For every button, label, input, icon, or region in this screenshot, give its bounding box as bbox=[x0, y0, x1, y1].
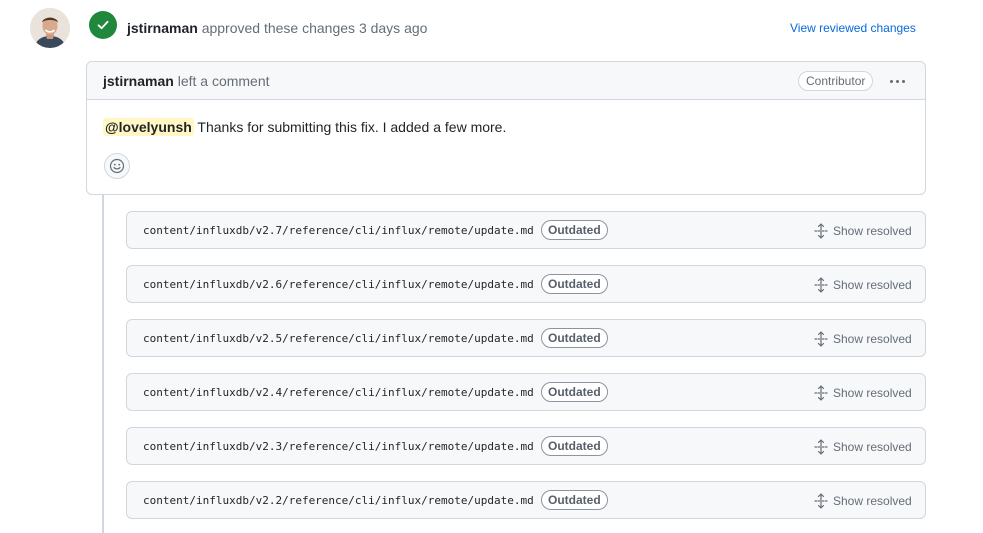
file-path[interactable]: content/influxdb/v2.4/reference/cli/infl… bbox=[143, 385, 534, 401]
show-resolved-button[interactable]: Show resolved bbox=[813, 383, 912, 403]
timeline-line bbox=[102, 194, 104, 533]
smiley-icon bbox=[109, 158, 125, 174]
review-timestamp[interactable]: 3 days ago bbox=[359, 20, 428, 36]
show-resolved-label: Show resolved bbox=[833, 494, 912, 508]
comment-header-action: left a comment bbox=[173, 73, 270, 89]
resolved-thread-row: content/influxdb/v2.3/reference/cli/infl… bbox=[126, 427, 926, 465]
user-mention-link[interactable]: @lovelyunsh bbox=[103, 118, 194, 136]
review-action-text: approved these changes bbox=[197, 20, 359, 36]
unfold-icon bbox=[814, 223, 828, 239]
outdated-badge: Outdated bbox=[541, 328, 608, 348]
show-resolved-label: Show resolved bbox=[833, 386, 912, 400]
resolved-thread-row: content/influxdb/v2.6/reference/cli/infl… bbox=[126, 265, 926, 303]
review-event-text: jstirnaman approved these changes 3 days… bbox=[127, 18, 427, 38]
resolved-thread-row: content/influxdb/v2.4/reference/cli/infl… bbox=[126, 373, 926, 411]
file-path[interactable]: content/influxdb/v2.7/reference/cli/infl… bbox=[143, 223, 534, 239]
show-resolved-button[interactable]: Show resolved bbox=[813, 437, 912, 457]
check-circle-icon bbox=[89, 11, 117, 39]
view-reviewed-changes-link[interactable]: View reviewed changes bbox=[790, 19, 916, 37]
unfold-icon bbox=[814, 493, 828, 509]
comment-body: @lovelyunsh Thanks for submitting this f… bbox=[103, 117, 506, 137]
comment-author-link[interactable]: jstirnaman bbox=[103, 73, 174, 89]
unfold-icon bbox=[814, 331, 828, 347]
add-reaction-button[interactable] bbox=[104, 153, 130, 179]
show-resolved-button[interactable]: Show resolved bbox=[813, 329, 912, 349]
file-path[interactable]: content/influxdb/v2.3/reference/cli/infl… bbox=[143, 439, 534, 455]
review-author-link[interactable]: jstirnaman bbox=[127, 20, 198, 36]
outdated-badge: Outdated bbox=[541, 490, 608, 510]
show-resolved-button[interactable]: Show resolved bbox=[813, 491, 912, 511]
unfold-icon bbox=[814, 277, 828, 293]
resolved-thread-row: content/influxdb/v2.5/reference/cli/infl… bbox=[126, 319, 926, 357]
file-path[interactable]: content/influxdb/v2.5/reference/cli/infl… bbox=[143, 331, 534, 347]
comment-body-text: Thanks for submitting this fix. I added … bbox=[193, 119, 507, 135]
show-resolved-button[interactable]: Show resolved bbox=[813, 221, 912, 241]
file-path[interactable]: content/influxdb/v2.2/reference/cli/infl… bbox=[143, 493, 534, 509]
outdated-badge: Outdated bbox=[541, 274, 608, 294]
show-resolved-label: Show resolved bbox=[833, 224, 912, 238]
file-path[interactable]: content/influxdb/v2.6/reference/cli/infl… bbox=[143, 277, 534, 293]
resolved-thread-row: content/influxdb/v2.7/reference/cli/infl… bbox=[126, 211, 926, 249]
comment-header: jstirnaman left a comment Contributor bbox=[87, 62, 925, 100]
show-resolved-label: Show resolved bbox=[833, 440, 912, 454]
show-resolved-label: Show resolved bbox=[833, 278, 912, 292]
outdated-badge: Outdated bbox=[541, 220, 608, 240]
contributor-badge: Contributor bbox=[798, 71, 874, 91]
comment-header-text: jstirnaman left a comment bbox=[103, 72, 270, 90]
avatar[interactable] bbox=[30, 8, 70, 48]
unfold-icon bbox=[814, 385, 828, 401]
unfold-icon bbox=[814, 439, 828, 455]
review-comment: jstirnaman left a comment Contributor @l… bbox=[86, 61, 926, 195]
show-resolved-label: Show resolved bbox=[833, 332, 912, 346]
resolved-thread-row: content/influxdb/v2.2/reference/cli/infl… bbox=[126, 481, 926, 519]
show-resolved-button[interactable]: Show resolved bbox=[813, 275, 912, 295]
kebab-horizontal-icon[interactable] bbox=[886, 71, 908, 91]
outdated-badge: Outdated bbox=[541, 436, 608, 456]
outdated-badge: Outdated bbox=[541, 382, 608, 402]
